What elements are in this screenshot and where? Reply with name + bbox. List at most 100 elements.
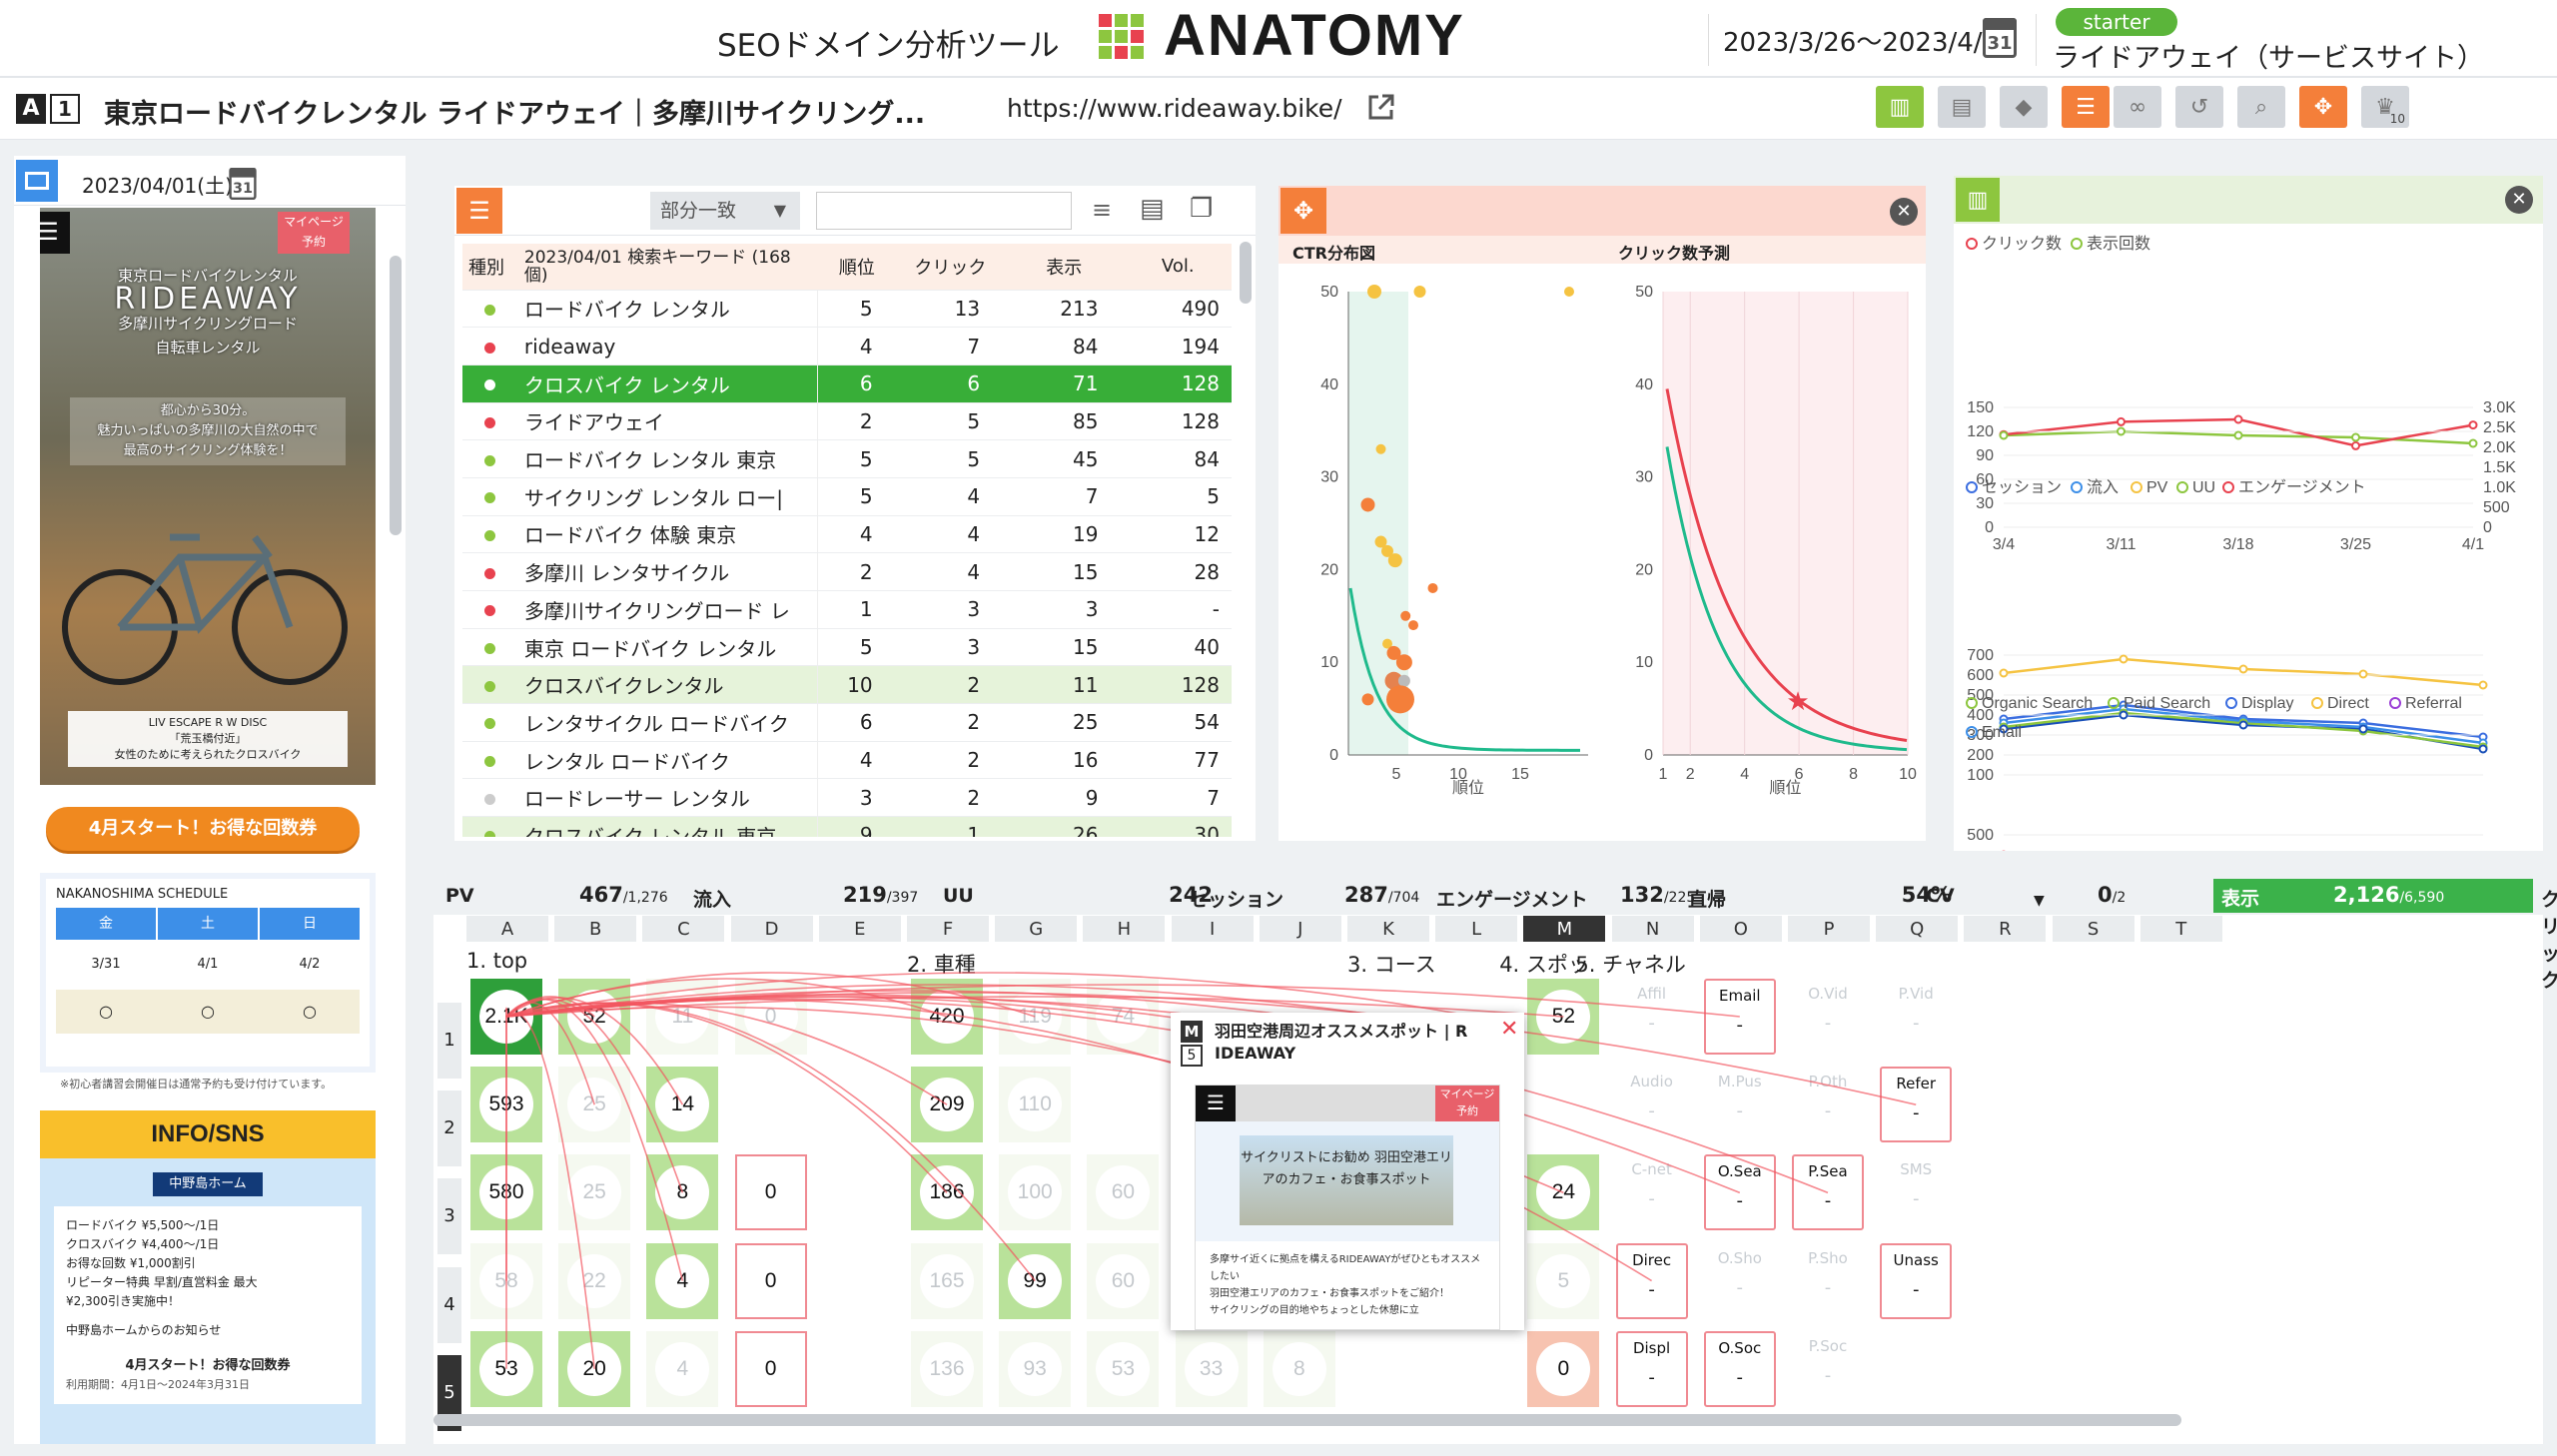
keyword-point[interactable] [1395, 654, 1412, 671]
column-header[interactable]: Q [1876, 916, 1959, 942]
cursor-click-icon[interactable]: ✥ [1280, 188, 1326, 234]
legend-label[interactable]: Organic Search [1982, 695, 2093, 712]
filter-list-icon[interactable]: ≡ [1092, 196, 1112, 224]
chart-icon[interactable]: ▥ [1876, 86, 1924, 128]
report-icon[interactable]: ▤ [1938, 86, 1986, 128]
data-point[interactable] [2119, 710, 2129, 720]
page-cell[interactable]: 14 [646, 1067, 719, 1143]
keyword-point[interactable] [1367, 285, 1381, 299]
page-cell[interactable]: 25 [558, 1154, 631, 1231]
tag-icon[interactable]: ◆ [2000, 86, 2048, 128]
external-link-icon[interactable] [1366, 92, 1396, 122]
data-point[interactable] [2238, 720, 2248, 730]
channel-cell[interactable]: Affil - [1616, 979, 1688, 1055]
column-header[interactable]: F [907, 916, 989, 942]
column-header[interactable]: G [995, 916, 1078, 942]
page-cell[interactable]: 25 [558, 1067, 631, 1143]
table-row[interactable]: レンタサイクル ロードバイク 6 2 25 54 [462, 703, 1232, 742]
table-row[interactable]: 多摩川 レンタサイクル 2 4 15 28 [462, 552, 1232, 591]
channel-cell[interactable]: M.Pus - [1704, 1067, 1776, 1142]
data-point[interactable] [2351, 432, 2360, 442]
page-cell[interactable]: 52 [558, 979, 631, 1055]
page-cell[interactable]: 20 [558, 1330, 631, 1407]
column-header[interactable]: R [1964, 916, 2047, 942]
data-point[interactable] [2117, 426, 2126, 436]
menu-icon[interactable]: ☰ [1196, 1086, 1236, 1121]
channel-cell[interactable]: P.Soc - [1792, 1331, 1864, 1407]
list-icon[interactable]: ☰ [2062, 86, 2110, 128]
channel-cell[interactable]: O.Soc - [1703, 1330, 1776, 1407]
legend-label[interactable]: 表示回数 [2087, 235, 2150, 253]
crown-icon[interactable]: ♛ 10 [2361, 86, 2409, 128]
table-row[interactable]: 東京 ロードバイク レンタル 5 3 15 40 [462, 628, 1232, 667]
mypage-button[interactable]: マイページ 予約 [278, 212, 350, 254]
page-cell[interactable]: 186 [911, 1154, 983, 1231]
page-cell[interactable]: 0 [734, 1330, 807, 1407]
table-row[interactable]: rideaway 4 7 84 194 [462, 327, 1232, 365]
match-select[interactable]: 部分一致 ▼ [650, 192, 800, 230]
column-header[interactable]: A [466, 916, 548, 942]
close-icon[interactable]: ✕ [1890, 198, 1918, 226]
mypage-button[interactable]: マイページ 予約 [1435, 1086, 1499, 1121]
channel-cell[interactable]: SMS - [1880, 1154, 1952, 1230]
page-cell[interactable]: 24 [1527, 1154, 1600, 1231]
close-icon[interactable]: ✕ [1500, 1017, 1518, 1042]
menu-icon[interactable]: ☰ [40, 212, 70, 254]
page-cell[interactable]: 165 [911, 1242, 983, 1319]
page-cell[interactable]: 52 [1527, 979, 1600, 1055]
data-point[interactable] [2351, 440, 2360, 450]
page-cell[interactable]: 8 [1263, 1330, 1335, 1407]
channel-cell[interactable]: O.Vid - [1792, 979, 1864, 1055]
page-cell[interactable]: 33 [1175, 1330, 1248, 1407]
column-header[interactable]: T [2139, 916, 2222, 942]
table-row[interactable]: クロスバイク レンタル 東京 9 1 26 30 [462, 816, 1232, 837]
keyword-point[interactable] [1386, 685, 1414, 714]
sort-caret-icon[interactable]: ▼ [2034, 893, 2045, 909]
channel-cell[interactable]: P.Sea - [1792, 1154, 1864, 1231]
copy-icon[interactable]: ❐ [1190, 194, 1213, 224]
channel-cell[interactable]: Displ - [1615, 1330, 1688, 1407]
data-point[interactable] [2117, 416, 2126, 426]
keyword-point[interactable] [1564, 287, 1574, 297]
data-point[interactable] [2468, 438, 2478, 448]
page-cell[interactable]: 0 [734, 1242, 807, 1319]
table-row[interactable]: クロスバイクレンタル 10 2 11 128 [462, 665, 1232, 705]
page-cell[interactable]: 0 [734, 979, 807, 1055]
data-point[interactable] [2233, 430, 2243, 440]
channel-cell[interactable]: Audio - [1616, 1067, 1688, 1142]
table-row[interactable]: ロードレーサー レンタル 3 2 9 7 [462, 778, 1232, 818]
column-header[interactable]: B [554, 916, 637, 942]
table-row[interactable]: 多摩川サイクリングロード レ133- [462, 590, 1232, 629]
channel-cell[interactable]: Refer - [1880, 1067, 1953, 1143]
channel-cell[interactable]: O.Sho - [1704, 1243, 1776, 1319]
page-cell[interactable]: 209 [911, 1067, 983, 1143]
table-row[interactable]: ロードバイク 体験 東京 4 4 19 12 [462, 515, 1232, 554]
site-url[interactable]: https://www.rideaway.bike/ [1007, 94, 1342, 123]
keyword-point[interactable] [1361, 693, 1374, 706]
campaign-button[interactable]: 4月スタート！お得な回数券 [46, 807, 360, 851]
page-cell[interactable]: 60 [1087, 1242, 1160, 1319]
data-point[interactable] [2478, 744, 2488, 754]
column-header[interactable]: M [1523, 916, 1606, 942]
channel-cell[interactable]: Unass - [1880, 1242, 1953, 1319]
keyword-point[interactable] [1427, 582, 1438, 593]
impressions-stat[interactable]: 表示 2,126/6,590 [2213, 879, 2533, 913]
link-icon[interactable]: ∞ [2114, 86, 2161, 128]
legend-label[interactable]: Referral [2405, 695, 2462, 712]
table-row[interactable]: クロスバイク レンタル 6 6 71 128 [462, 364, 1232, 403]
keyword-search-input[interactable] [816, 192, 1072, 230]
channel-cell[interactable]: P.Oth - [1792, 1067, 1864, 1142]
history-icon[interactable]: ↺ [2175, 86, 2223, 128]
page-cell[interactable]: 100 [999, 1154, 1072, 1231]
column-header[interactable]: H [1083, 916, 1166, 942]
table-row[interactable]: ロードバイク レンタル 東京 5 5 45 84 [462, 439, 1232, 478]
legend-label[interactable]: セッション [1982, 479, 2062, 496]
page-cell[interactable]: 2.1K [470, 979, 542, 1055]
table-view-icon[interactable]: ▤ [1140, 194, 1165, 224]
channel-cell[interactable]: Email - [1703, 979, 1776, 1055]
page-cell[interactable]: 136 [911, 1330, 983, 1407]
data-point[interactable] [2468, 420, 2478, 430]
column-header[interactable]: P [1788, 916, 1870, 942]
page-cell[interactable]: 58 [470, 1242, 542, 1319]
page-cell[interactable]: 580 [470, 1154, 542, 1231]
